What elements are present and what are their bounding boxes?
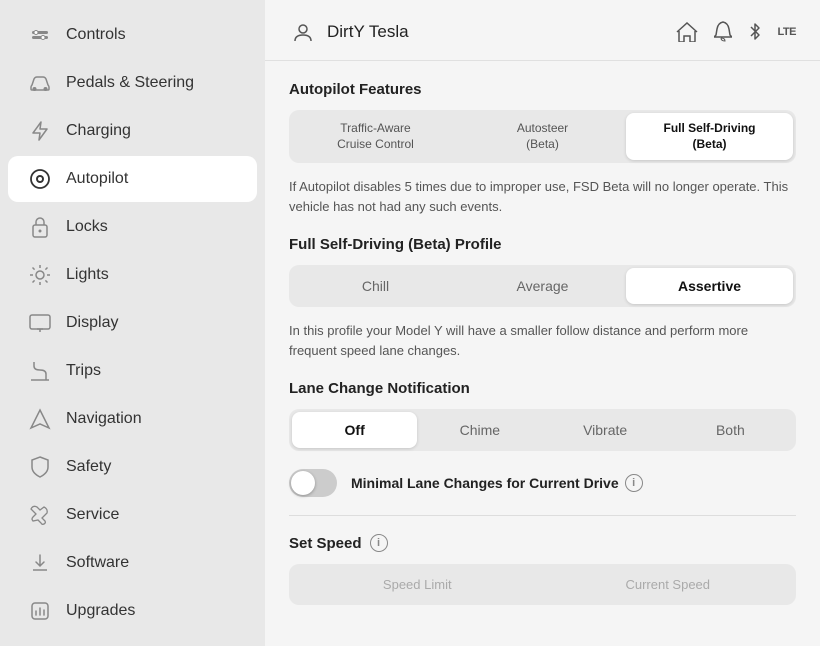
sidebar-item-locks[interactable]: Locks — [8, 204, 257, 250]
notif-vibrate[interactable]: Vibrate — [543, 412, 668, 448]
sidebar-label-software: Software — [66, 554, 129, 572]
set-speed-section: Set Speed i — [289, 534, 796, 552]
speed-limit-option[interactable]: Speed Limit — [292, 567, 543, 602]
main-content: DirtY Tesla LTE — [265, 0, 820, 646]
tab-autosteer[interactable]: Autosteer(Beta) — [459, 113, 626, 160]
notif-chime[interactable]: Chime — [417, 412, 542, 448]
profile-chill[interactable]: Chill — [292, 268, 459, 304]
trips-icon — [28, 359, 52, 383]
content-area: Autopilot Features Traffic-AwareCruise C… — [265, 61, 820, 625]
sidebar-label-safety: Safety — [66, 458, 111, 476]
minimal-lane-row: Minimal Lane Changes for Current Drive i — [289, 469, 796, 497]
sidebar-label-locks: Locks — [66, 218, 108, 236]
autopilot-features-title: Autopilot Features — [289, 81, 796, 98]
sidebar-item-service[interactable]: Service — [8, 492, 257, 538]
fsd-profile-title: Full Self-Driving (Beta) Profile — [289, 236, 796, 253]
sidebar-label-charging: Charging — [66, 122, 131, 140]
sidebar-item-safety[interactable]: Safety — [8, 444, 257, 490]
header-username: DirtY Tesla — [327, 22, 676, 42]
download-icon — [28, 551, 52, 575]
bluetooth-icon[interactable] — [748, 21, 762, 43]
minimal-lane-toggle[interactable] — [289, 469, 337, 497]
sidebar-label-service: Service — [66, 506, 119, 524]
autopilot-description: If Autopilot disables 5 times due to imp… — [289, 177, 796, 216]
sidebar-label-autopilot: Autopilot — [66, 170, 128, 188]
set-speed-title-text: Set Speed — [289, 535, 362, 552]
sidebar-item-trips[interactable]: Trips — [8, 348, 257, 394]
sidebar: Controls Pedals & Steering Charging — [0, 0, 265, 646]
lane-change-selector: Off Chime Vibrate Both — [289, 409, 796, 451]
minimal-lane-info-icon[interactable]: i — [625, 474, 643, 492]
notif-both[interactable]: Both — [668, 412, 793, 448]
sidebar-item-display[interactable]: Display — [8, 300, 257, 346]
signal-icon: LTE — [778, 27, 796, 38]
tab-fsd[interactable]: Full Self-Driving(Beta) — [626, 113, 793, 160]
toggle-knob — [291, 471, 315, 495]
profile-assertive[interactable]: Assertive — [626, 268, 793, 304]
sidebar-item-navigation[interactable]: Navigation — [8, 396, 257, 442]
user-icon — [289, 18, 317, 46]
notif-off[interactable]: Off — [292, 412, 417, 448]
lane-change-title: Lane Change Notification — [289, 380, 796, 397]
sidebar-item-autopilot[interactable]: Autopilot — [8, 156, 257, 202]
profile-selector: Chill Average Assertive — [289, 265, 796, 307]
speed-selector: Speed Limit Current Speed — [289, 564, 796, 605]
fsd-profile-description: In this profile your Model Y will have a… — [289, 321, 796, 360]
sidebar-item-upgrades[interactable]: Upgrades — [8, 588, 257, 634]
navigation-icon — [28, 407, 52, 431]
upgrades-icon — [28, 599, 52, 623]
autopilot-icon — [28, 167, 52, 191]
header: DirtY Tesla LTE — [265, 0, 820, 61]
sidebar-label-lights: Lights — [66, 266, 109, 284]
wrench-icon — [28, 503, 52, 527]
safety-icon — [28, 455, 52, 479]
sidebar-label-pedals: Pedals & Steering — [66, 74, 194, 92]
divider — [289, 515, 796, 516]
bolt-icon — [28, 119, 52, 143]
sun-icon — [28, 263, 52, 287]
profile-average[interactable]: Average — [459, 268, 626, 304]
home-icon[interactable] — [676, 22, 698, 42]
autopilot-tab-group: Traffic-AwareCruise Control Autosteer(Be… — [289, 110, 796, 163]
lte-label: LTE — [778, 27, 796, 38]
sidebar-item-controls[interactable]: Controls — [8, 12, 257, 58]
minimal-lane-label: Minimal Lane Changes for Current Drive i — [351, 474, 643, 492]
current-speed-option[interactable]: Current Speed — [543, 567, 794, 602]
car-icon — [28, 71, 52, 95]
sidebar-label-upgrades: Upgrades — [66, 602, 135, 620]
sidebar-label-trips: Trips — [66, 362, 101, 380]
set-speed-info-icon[interactable]: i — [370, 534, 388, 552]
header-icons: LTE — [676, 21, 796, 43]
sidebar-item-charging[interactable]: Charging — [8, 108, 257, 154]
sidebar-item-pedals[interactable]: Pedals & Steering — [8, 60, 257, 106]
display-icon — [28, 311, 52, 335]
tab-tacc[interactable]: Traffic-AwareCruise Control — [292, 113, 459, 160]
bell-icon[interactable] — [714, 21, 732, 43]
sidebar-item-lights[interactable]: Lights — [8, 252, 257, 298]
sidebar-item-software[interactable]: Software — [8, 540, 257, 586]
sidebar-label-navigation: Navigation — [66, 410, 142, 428]
lock-icon — [28, 215, 52, 239]
sidebar-label-controls: Controls — [66, 26, 126, 44]
sidebar-label-display: Display — [66, 314, 118, 332]
toggle-icon — [28, 23, 52, 47]
